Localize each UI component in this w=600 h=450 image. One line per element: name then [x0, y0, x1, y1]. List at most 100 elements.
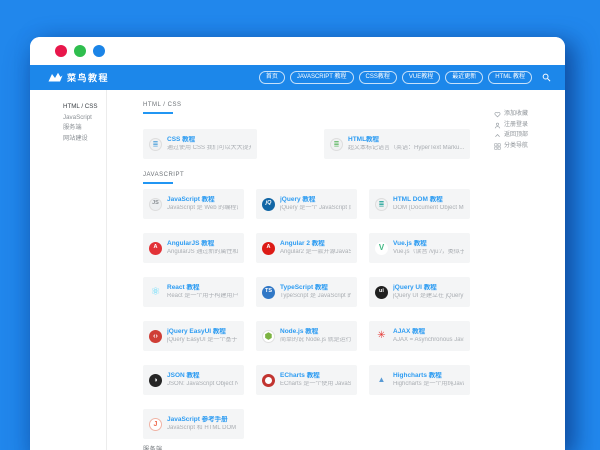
main-content: HTML / CSS ≣ CSS 教程 通过使用 CSS 我们可以大大提升网页开… — [107, 90, 487, 450]
nav-css-button[interactable]: CSS教程 — [358, 71, 397, 84]
header-nav: 首页 JAVASCRIPT 教程 CSS教程 VUE教程 最近更新 HTML 教… — [254, 71, 553, 84]
jquery-icon: jQ — [262, 197, 275, 211]
runoob-logo-icon — [48, 72, 63, 83]
browser-titlebar — [30, 37, 565, 65]
card-desc: DOM (Document Object Model) 译为文档... — [393, 205, 464, 211]
card-title[interactable]: Angular 2 教程 — [280, 240, 351, 248]
card-html-tutorial[interactable]: ≣ HTML教程 超文本标记语言（英语：HyperText Marku... — [324, 129, 470, 159]
page-body: HTML / CSS JavaScript 服务端 网站建设 HTML / CS… — [30, 90, 565, 450]
rail-label: 返回顶部 — [504, 132, 529, 138]
card-angular2-tutorial[interactable]: A Angular 2 教程 Angular2 是一款开源JavaScript库… — [256, 233, 357, 263]
card-title[interactable]: ECharts 教程 — [280, 372, 351, 380]
card-vuejs-tutorial[interactable]: V Vue.js 教程 Vue.js（读音 /vjuː/，类似于 view）是一… — [369, 233, 470, 263]
card-css-tutorial[interactable]: ≣ CSS 教程 通过使用 CSS 我们可以大大提升网页开发... — [143, 129, 257, 159]
jquery-ui-icon: ui — [375, 285, 388, 299]
card-title[interactable]: JavaScript 教程 — [167, 196, 238, 204]
card-desc: 简单的说 Node.js 就是运行在服务端的 Jav... — [280, 337, 351, 343]
card-grid-javascript: JS JavaScript 教程 JavaScript 是 Web 的编程语言。… — [143, 189, 487, 439]
card-desc: JavaScript 和 HTML DOM 参考手册。本教... — [167, 425, 238, 431]
nav-html-button[interactable]: HTML 教程 — [488, 71, 532, 84]
user-icon — [494, 122, 501, 128]
card-desc: jQuery UI 是建立在 jQuery JavaScript 库... — [393, 293, 464, 299]
card-title[interactable]: CSS 教程 — [167, 136, 251, 144]
nav-vue-button[interactable]: VUE教程 — [401, 71, 441, 84]
heart-icon — [494, 112, 501, 118]
card-jquery-tutorial[interactable]: jQ jQuery 教程 jQuery 是一个 JavaScript 库。 — [256, 189, 357, 219]
card-angularjs-tutorial[interactable]: A AngularJS 教程 AngularJS 通过新的属性和表达式扩展了..… — [143, 233, 244, 263]
nav-recent-button[interactable]: 最近更新 — [445, 71, 484, 84]
card-title[interactable]: React 教程 — [167, 284, 238, 292]
runoob-logo[interactable]: 菜鸟教程 — [48, 71, 109, 84]
rail-item-favorite[interactable]: 添加收藏 — [494, 111, 565, 118]
card-desc: JavaScript 是 Web 的编程语言。 — [167, 205, 238, 211]
sidebar-item-htmlcss[interactable]: HTML / CSS — [63, 102, 106, 113]
card-javascript-reference[interactable]: J JavaScript 参考手册 JavaScript 和 HTML DOM … — [143, 409, 244, 439]
section-label-javascript: JAVASCRIPT — [143, 172, 185, 178]
rail-label: 分类导航 — [504, 142, 529, 149]
window-minimize-button[interactable] — [74, 45, 86, 57]
category-sidebar: HTML / CSS JavaScript 服务端 网站建设 — [30, 90, 107, 450]
highcharts-icon: ▲ — [377, 375, 386, 384]
card-desc: AngularJS 通过新的属性和表达式扩展了... — [167, 249, 238, 255]
card-title[interactable]: AJAX 教程 — [393, 328, 464, 336]
section-underline — [143, 182, 173, 184]
json-icon: ◑ — [149, 373, 162, 387]
card-echarts-tutorial[interactable]: ECharts 教程 ECharts 是一个使用 JavaScript 实现的开… — [256, 365, 357, 395]
angular2-icon: A — [262, 241, 275, 255]
html5-icon: ≣ — [330, 137, 343, 151]
card-typescript-tutorial[interactable]: TS TypeScript 教程 TypeScript 是 JavaScript… — [256, 277, 357, 307]
card-title[interactable]: JSON 教程 — [167, 372, 238, 380]
card-jqueryui-tutorial[interactable]: ui jQuery UI 教程 jQuery UI 是建立在 jQuery Ja… — [369, 277, 470, 307]
nav-home-button[interactable]: 首页 — [258, 71, 285, 84]
angularjs-icon: A — [149, 241, 162, 255]
rail-item-login[interactable]: 注册登录 — [494, 122, 565, 129]
window-maximize-button[interactable] — [93, 45, 105, 57]
card-desc: jQuery 是一个 JavaScript 库。 — [280, 205, 351, 211]
nodejs-icon: ⬢ — [262, 329, 275, 343]
card-title[interactable]: jQuery UI 教程 — [393, 284, 464, 292]
css3-icon: ≣ — [149, 137, 162, 151]
card-jqueryeasyui-tutorial[interactable]: ‹› jQuery EasyUI 教程 jQuery EasyUI 是一个基于 … — [143, 321, 244, 351]
sidebar-item-server[interactable]: 服务端 — [63, 123, 106, 134]
rail-item-category-nav[interactable]: 分类导航 — [494, 143, 565, 150]
section-label-htmlcss: HTML / CSS — [143, 102, 182, 108]
card-title[interactable]: Highcharts 教程 — [393, 372, 464, 380]
card-title[interactable]: Vue.js 教程 — [393, 240, 464, 248]
card-title[interactable]: jQuery 教程 — [280, 196, 351, 204]
sidebar-item-javascript[interactable]: JavaScript — [63, 113, 106, 124]
rail-item-back-to-top[interactable]: 返回顶部 — [494, 132, 565, 139]
nav-javascript-button[interactable]: JAVASCRIPT 教程 — [289, 71, 354, 84]
card-json-tutorial[interactable]: ◑ JSON 教程 JSON: JavaScript Object Notati… — [143, 365, 244, 395]
html-dom-icon: ≣ — [375, 197, 388, 211]
window-close-button[interactable] — [55, 45, 67, 57]
grid-icon — [494, 142, 501, 150]
typescript-icon: TS — [262, 285, 275, 299]
site-title: 菜鸟教程 — [67, 73, 110, 83]
browser-window: 菜鸟教程 首页 JAVASCRIPT 教程 CSS教程 VUE教程 最近更新 H… — [30, 37, 565, 450]
card-title[interactable]: HTML DOM 教程 — [393, 196, 464, 204]
card-title[interactable]: TypeScript 教程 — [280, 284, 351, 292]
card-desc: JSON: JavaScript Object Notation(JavaS..… — [167, 381, 238, 387]
site-header: 菜鸟教程 首页 JAVASCRIPT 教程 CSS教程 VUE教程 最近更新 H… — [30, 65, 565, 90]
card-title[interactable]: JavaScript 参考手册 — [167, 416, 238, 424]
section-underline — [143, 112, 173, 114]
card-desc: Angular2 是一款开源JavaScript库，由Goo... — [280, 249, 351, 255]
card-highcharts-tutorial[interactable]: ▲ Highcharts 教程 Highcharts 是一个用纯JavaScri… — [369, 365, 470, 395]
sidebar-item-website[interactable]: 网站建设 — [63, 134, 106, 145]
vuejs-icon: V — [375, 241, 388, 255]
card-desc: 超文本标记语言（英语：HyperText Marku... — [348, 145, 464, 151]
card-htmldom-tutorial[interactable]: ≣ HTML DOM 教程 DOM (Document Object Model… — [369, 189, 470, 219]
card-title[interactable]: Node.js 教程 — [280, 328, 351, 336]
card-nodejs-tutorial[interactable]: ⬢ Node.js 教程 简单的说 Node.js 就是运行在服务端的 Jav.… — [256, 321, 357, 351]
section-htmlcss: HTML / CSS ≣ CSS 教程 通过使用 CSS 我们可以大大提升网页开… — [143, 102, 487, 159]
card-ajax-tutorial[interactable]: ✳ AJAX 教程 AJAX = Asynchronous JavaScript… — [369, 321, 470, 351]
card-title[interactable]: HTML教程 — [348, 136, 464, 144]
card-title[interactable]: jQuery EasyUI 教程 — [167, 328, 238, 336]
search-button[interactable] — [540, 71, 553, 84]
ajax-icon: ✳ — [377, 330, 386, 341]
card-javascript-tutorial[interactable]: JS JavaScript 教程 JavaScript 是 Web 的编程语言。 — [143, 189, 244, 219]
card-grid-htmlcss: ≣ CSS 教程 通过使用 CSS 我们可以大大提升网页开发... ≣ HTML… — [143, 129, 487, 159]
card-title[interactable]: AngularJS 教程 — [167, 240, 238, 248]
card-react-tutorial[interactable]: ⚛ React 教程 React 是一个用于构建用户界面的 JAVA... — [143, 277, 244, 307]
card-desc: ECharts 是一个使用 JavaScript 实现的开... — [280, 381, 351, 387]
